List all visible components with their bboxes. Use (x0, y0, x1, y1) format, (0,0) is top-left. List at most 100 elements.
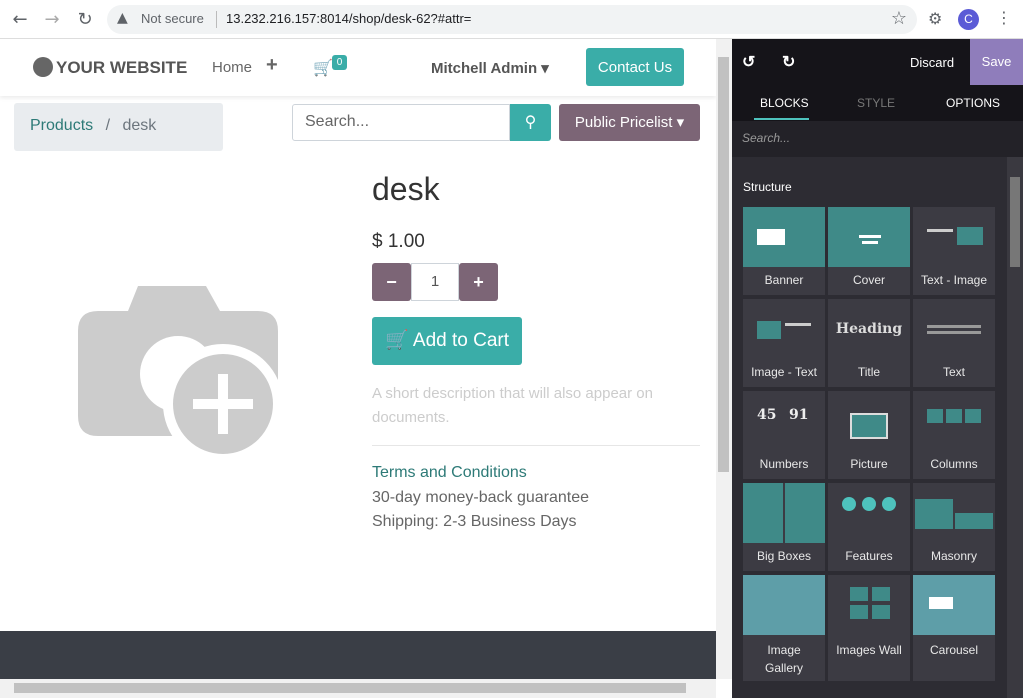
block-label: Image - Text (751, 365, 817, 379)
section-heading: Structure (743, 180, 792, 194)
block-label: Image Gallery (764, 643, 803, 675)
add-to-cart-label: Add to Cart (412, 330, 509, 351)
cover-thumbnail (828, 207, 910, 267)
active-tab-indicator (754, 118, 809, 120)
banner-thumbnail (743, 207, 825, 267)
browser-menu-icon[interactable]: ⋮ (996, 8, 1012, 27)
editor-scrollbar[interactable] (1007, 157, 1023, 698)
scrollbar-thumb[interactable] (1010, 177, 1020, 267)
block-picture[interactable]: Picture (827, 390, 911, 480)
extensions-puzzle-icon[interactable]: ⚙ (928, 9, 942, 28)
scrollbar-thumb[interactable] (718, 57, 729, 472)
user-name: Mitchell Admin (431, 60, 538, 77)
quantity-input[interactable]: 1 (411, 263, 459, 301)
profile-avatar[interactable]: C (958, 9, 979, 30)
browser-toolbar: ← → ↻ ▲ Not secure 13.232.216.157:8014/s… (0, 0, 1023, 39)
search-icon: ⚲ (524, 114, 537, 131)
reload-icon[interactable]: ↻ (74, 9, 96, 31)
blocks-list: Structure Banner Cover Text - Image Imag… (732, 157, 1007, 698)
product-short-description[interactable]: A short description that will also appea… (372, 382, 692, 430)
block-label: Images Wall (836, 643, 902, 657)
block-text[interactable]: Text (912, 298, 996, 388)
carousel-thumbnail (913, 575, 995, 635)
security-label: Not secure (141, 11, 204, 26)
block-label: Cover (852, 273, 885, 287)
block-columns[interactable]: Columns (912, 390, 996, 480)
contact-us-button[interactable]: Contact Us (586, 48, 684, 86)
picture-thumbnail (828, 391, 910, 451)
numbers-thumbnail: 45 91 (757, 407, 809, 423)
features-thumbnail (828, 483, 910, 543)
forward-icon[interactable]: → (41, 9, 63, 31)
discard-button[interactable]: Discard (910, 55, 954, 70)
block-features[interactable]: Features (827, 482, 911, 572)
block-big-boxes[interactable]: Big Boxes (742, 482, 826, 572)
page-horizontal-scrollbar[interactable] (0, 679, 716, 698)
cart-icon[interactable]: 🛒 (313, 58, 333, 78)
breadcrumb-separator: / (105, 117, 111, 134)
blocks-search-input[interactable]: Search... (732, 121, 1023, 157)
tab-options[interactable]: OPTIONS (946, 96, 1000, 110)
scrollbar-thumb[interactable] (14, 683, 686, 693)
cart-icon: 🛒 (384, 330, 409, 351)
masonry-thumbnail (913, 483, 995, 543)
breadcrumb-products-link[interactable]: Products (30, 117, 93, 134)
qty-decrease-button[interactable]: − (372, 263, 411, 301)
editor-tabs: BLOCKS STYLE OPTIONS (732, 85, 1023, 121)
bookmark-star-icon[interactable]: ☆ (891, 8, 907, 29)
block-label: Text (942, 365, 965, 379)
page-vertical-scrollbar[interactable] (716, 39, 732, 679)
logo-text: YOUR WEBSITE (56, 58, 188, 77)
guarantee-text: 30-day money-back guarantee (372, 489, 590, 506)
block-image-text[interactable]: Image - Text (742, 298, 826, 388)
tab-style[interactable]: STYLE (857, 96, 895, 110)
text-thumbnail (913, 299, 995, 359)
site-logo[interactable]: YOUR WEBSITE (33, 57, 187, 78)
globe-icon (33, 57, 53, 77)
breadcrumb-current: desk (122, 117, 157, 134)
redo-icon[interactable]: ↻ (782, 52, 795, 72)
nav-home-link[interactable]: Home (212, 59, 252, 76)
editor-topbar: ↺ ↻ Discard Save (732, 39, 1023, 85)
block-numbers[interactable]: 45 91 Numbers (742, 390, 826, 480)
block-label: Big Boxes (756, 549, 812, 563)
site-header: YOUR WEBSITE Home + 🛒 0 Mitchell Admin ▾… (0, 39, 716, 96)
product-price: $ 1.00 (372, 231, 425, 252)
pricelist-dropdown[interactable]: Public Pricelist ▾ (559, 104, 700, 141)
shipping-text: Shipping: 2-3 Business Days (372, 513, 577, 530)
user-menu[interactable]: Mitchell Admin ▾ (431, 59, 549, 77)
images-wall-thumbnail (828, 575, 910, 635)
block-text-image[interactable]: Text - Image (912, 206, 996, 296)
omnibox-separator (216, 11, 217, 28)
image-gallery-thumbnail (743, 575, 825, 635)
url-text[interactable]: 13.232.216.157:8014/shop/desk-62?#attr= (226, 11, 471, 26)
undo-icon[interactable]: ↺ (742, 52, 755, 72)
block-carousel[interactable]: Carousel (912, 574, 996, 682)
block-image-gallery[interactable]: Image Gallery (742, 574, 826, 682)
search-button[interactable]: ⚲ (510, 104, 551, 141)
block-cover[interactable]: Cover (827, 206, 911, 296)
save-button[interactable]: Save (970, 39, 1023, 85)
tab-blocks[interactable]: BLOCKS (760, 96, 809, 110)
big-boxes-thumbnail (743, 483, 825, 543)
product-title: desk (372, 171, 440, 207)
block-masonry[interactable]: Masonry (912, 482, 996, 572)
block-title[interactable]: Heading Title (827, 298, 911, 388)
block-label: Features (845, 549, 893, 563)
block-label: Picture (850, 457, 888, 471)
website-page: YOUR WEBSITE Home + 🛒 0 Mitchell Admin ▾… (0, 39, 716, 679)
add-menu-plus-icon[interactable]: + (266, 54, 278, 77)
terms-link[interactable]: Terms and Conditions (372, 464, 527, 482)
block-images-wall[interactable]: Images Wall (827, 574, 911, 682)
block-label: Title (857, 365, 881, 379)
camera-placeholder-icon[interactable] (78, 286, 278, 461)
address-bar[interactable]: ▲ Not secure 13.232.216.157:8014/shop/de… (107, 5, 917, 34)
block-banner[interactable]: Banner (742, 206, 826, 296)
search-input[interactable]: Search... (292, 104, 510, 141)
add-to-cart-button[interactable]: 🛒 Add to Cart (372, 317, 522, 365)
website-editor-panel: ↺ ↻ Discard Save BLOCKS STYLE OPTIONS Se… (732, 39, 1023, 698)
back-icon[interactable]: ← (9, 9, 31, 31)
warning-icon: ▲ (117, 10, 128, 26)
qty-increase-button[interactable]: + (459, 263, 498, 301)
title-thumbnail: Heading (835, 321, 903, 337)
